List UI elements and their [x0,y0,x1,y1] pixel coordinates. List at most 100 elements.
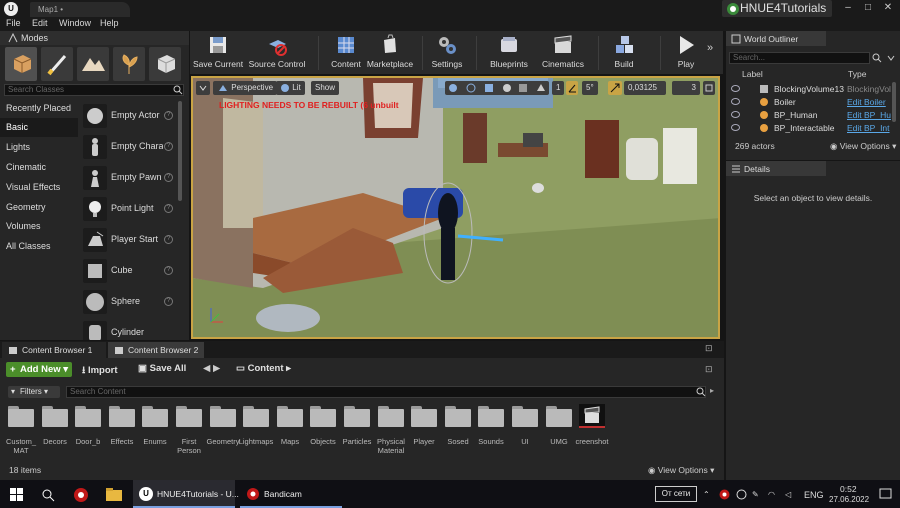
folder-item[interactable] [142,406,168,427]
place-item-empty-character[interactable]: Empty Chara? [80,132,180,161]
content-button[interactable]: Content [328,34,364,72]
help-icon[interactable]: ? [164,111,173,120]
place-item-point-light[interactable]: Point Light? [80,194,180,223]
outliner-view-options-button[interactable]: ◉ View Options ▾ [830,141,896,152]
clock-date[interactable]: 27.06.2022 [829,495,869,504]
path-lock-icon[interactable]: ▸ [710,386,714,395]
windows-start-icon[interactable] [10,488,24,502]
category-basic[interactable]: Basic [0,118,78,137]
place-mode-button[interactable] [5,47,37,81]
visibility-eye-icon[interactable] [731,111,740,118]
place-item-empty-actor[interactable]: Empty Actor? [80,101,180,130]
search-classes-input[interactable]: Search Classes [4,84,184,96]
angle-snap-toggle[interactable] [566,81,578,95]
outliner-col-label[interactable]: Label [742,69,763,79]
help-icon[interactable]: ? [164,235,173,244]
help-icon[interactable]: ? [164,173,173,182]
cinematics-button[interactable]: Cinematics [540,34,586,72]
folder-item[interactable] [42,406,68,427]
visibility-eye-icon[interactable] [731,98,740,105]
bandicam-tray-icon[interactable] [73,487,89,503]
play-button[interactable]: Play [668,34,704,72]
folder-item[interactable] [411,406,437,427]
paint-mode-button[interactable] [41,47,73,81]
folder-item[interactable] [243,406,269,427]
place-item-player-start[interactable]: Player Start? [80,225,180,254]
foliage-mode-button[interactable] [113,47,145,81]
close-button[interactable]: ✕ [878,0,898,17]
outliner-scrollbar[interactable] [892,82,896,122]
landscape-mode-button[interactable] [77,47,109,81]
outliner-col-type[interactable]: Type [848,69,866,79]
settings-button[interactable]: Settings [428,34,466,72]
place-item-empty-pawn[interactable]: Empty Pawn? [80,163,180,192]
visibility-eye-icon[interactable] [731,85,740,92]
place-item-cube[interactable]: Cube? [80,256,180,285]
clock-time[interactable]: 0:52 [840,484,857,494]
add-new-button[interactable]: + Add New ▾ [6,362,72,377]
world-outliner-tab[interactable]: World Outliner [726,31,826,46]
outliner-row[interactable]: BP_Interactable Edit BP_Int [727,122,900,134]
maximize-button[interactable]: □ [858,0,878,17]
taskbar-unreal-app[interactable]: U HNUE4Tutorials - U... [133,480,239,508]
content-browser-tab-1[interactable]: Content Browser 1 [2,342,106,358]
outliner-row[interactable]: BlockingVolume13 BlockingVol [727,83,900,95]
save-all-button[interactable]: ▣ Save All [138,363,186,374]
speaker-icon[interactable]: ◁ [785,490,791,499]
taskbar-bandicam-app[interactable]: Bandicam [240,480,342,508]
grid-size-control[interactable]: 3 [672,81,700,95]
content-search-input[interactable]: Search Content [66,386,706,398]
folder-item[interactable] [344,406,370,427]
history-back-button[interactable]: ◀ ▶ [203,363,220,374]
pen-icon[interactable]: ✎ [752,490,759,499]
level-viewport[interactable] [191,76,720,339]
rotation-snap-value[interactable]: 1 [552,81,565,95]
marketplace-button[interactable]: Marketplace [366,34,414,72]
folder-item[interactable] [109,406,135,427]
source-control-button[interactable]: Source Control [248,34,306,72]
language-indicator[interactable]: ENG [804,490,824,500]
menu-help[interactable]: Help [100,18,119,28]
notifications-icon[interactable] [879,488,892,500]
place-item-cylinder[interactable]: Cylinder [80,318,180,340]
lock-icon[interactable]: ⊡ [705,364,713,375]
outliner-row[interactable]: Boiler Edit Boiler [727,96,900,108]
visibility-eye-icon[interactable] [731,124,740,131]
help-icon[interactable]: ? [164,204,173,213]
edit-boiler-link[interactable]: Edit Boiler [847,97,892,107]
content-view-options-button[interactable]: ◉ View Options ▾ [648,465,714,476]
outliner-row[interactable]: BP_Human Edit BP_Hu [727,109,900,121]
breadcrumb-content[interactable]: Content [248,363,284,374]
bandicam-tray-icon[interactable] [719,489,730,500]
search-icon[interactable] [41,488,55,502]
folder-item[interactable] [310,406,336,427]
lit-button[interactable]: Lit [276,81,305,95]
category-volumes[interactable]: Volumes [0,217,78,236]
folder-item[interactable] [277,406,303,427]
import-button[interactable]: ⭳ Import [82,363,118,379]
scale-snap-toggle[interactable] [608,81,622,95]
edit-bp-human-link[interactable]: Edit BP_Hu [847,110,892,120]
category-visual-effects[interactable]: Visual Effects [0,178,78,197]
tray-chevron-icon[interactable]: ⌃ [703,490,710,499]
category-recently-placed[interactable]: Recently Placed [0,99,78,118]
maximize-viewport-button[interactable] [703,81,715,95]
filters-button[interactable]: ▾ Filters ▾ [8,386,60,398]
minimize-button[interactable]: – [838,0,858,17]
folder-item[interactable] [546,406,572,427]
help-icon[interactable]: ? [164,142,173,151]
angle-snap-value[interactable]: 5° [582,81,598,95]
category-lights[interactable]: Lights [0,138,78,157]
show-button[interactable]: Show [311,81,340,95]
category-geometry[interactable]: Geometry [0,198,78,217]
content-browser-tab-2[interactable]: Content Browser 2 [108,342,204,358]
outliner-search-input[interactable]: Search... [729,52,870,64]
network-status[interactable]: От сети [655,486,697,502]
wifi-icon[interactable]: ◠ [768,490,775,499]
folder-item[interactable] [445,406,471,427]
folder-item[interactable] [75,406,101,427]
build-button[interactable]: Build [606,34,642,72]
blueprints-button[interactable]: Blueprints [486,34,532,72]
folder-item[interactable] [378,406,404,427]
category-all-classes[interactable]: All Classes [0,237,78,256]
